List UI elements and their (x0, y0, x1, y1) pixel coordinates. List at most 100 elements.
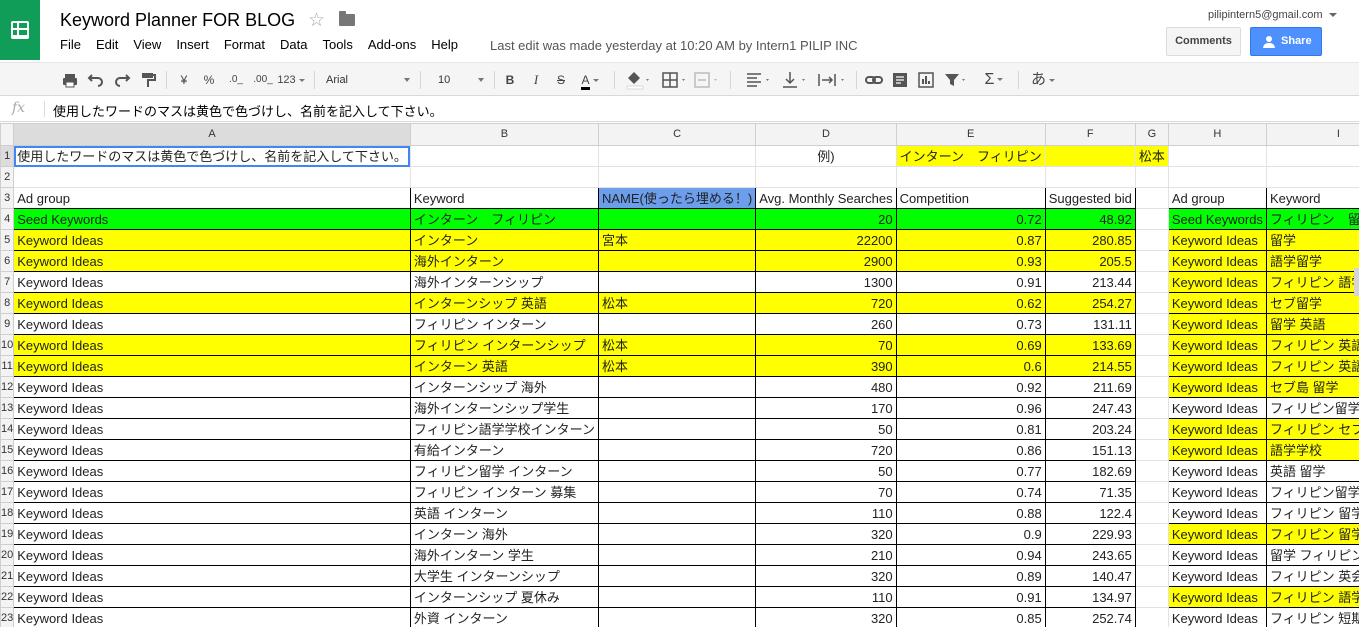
cell[interactable]: 2900 (755, 250, 897, 272)
cell[interactable]: 宮本 (597, 229, 757, 251)
cell[interactable]: 海外インターン (409, 250, 599, 272)
menu-help[interactable]: Help (431, 37, 458, 55)
column-header-c[interactable]: C (597, 123, 757, 146)
font-size-select[interactable]: 10 (438, 69, 484, 91)
cell[interactable] (597, 460, 757, 482)
row-header[interactable]: 15 (0, 439, 15, 461)
cell[interactable] (597, 376, 757, 398)
menu-add-ons[interactable]: Add-ons (368, 37, 416, 55)
cell[interactable]: Competition (895, 187, 1046, 209)
cell[interactable]: Keyword Ideas (13, 523, 411, 545)
cell[interactable] (597, 271, 757, 293)
cell[interactable]: 48.92 (1044, 208, 1136, 230)
cell[interactable]: 0.9 (895, 523, 1046, 545)
cell[interactable]: 語学学校 (1265, 439, 1359, 461)
cell[interactable] (1134, 439, 1169, 461)
cell[interactable] (1167, 145, 1267, 167)
menu-tools[interactable]: Tools (322, 37, 352, 55)
cell[interactable]: 133.69 (1044, 334, 1136, 356)
cell[interactable]: 229.93 (1044, 523, 1136, 545)
cell[interactable]: 50 (755, 460, 897, 482)
cell[interactable] (1134, 397, 1169, 419)
cell[interactable]: 英語 留学 (1265, 460, 1359, 482)
cell[interactable] (1134, 271, 1169, 293)
cell[interactable] (597, 586, 757, 608)
cell[interactable]: Keyword Ideas (1167, 250, 1267, 272)
cell[interactable]: Keyword Ideas (1167, 334, 1267, 356)
cell[interactable]: 50 (755, 418, 897, 440)
last-edit-link[interactable]: Last edit was made yesterday at 10:20 AM… (490, 38, 858, 53)
cell[interactable]: 122.4 (1044, 502, 1136, 524)
select-all-corner[interactable] (0, 123, 15, 146)
row-header[interactable]: 8 (0, 292, 15, 314)
sheets-logo-icon[interactable] (0, 0, 40, 60)
currency-format-button[interactable]: ¥ (176, 69, 192, 91)
menu-format[interactable]: Format (224, 37, 265, 55)
cell[interactable]: Keyword Ideas (1167, 481, 1267, 503)
cell[interactable]: 有給インターン (409, 439, 599, 461)
cell[interactable] (1134, 460, 1169, 482)
cell[interactable]: フィリピン留学口コミ (1265, 481, 1359, 503)
cell[interactable]: Avg. Monthly Searches (755, 187, 897, 209)
row-header[interactable]: 20 (0, 544, 15, 566)
cell[interactable]: Keyword Ideas (1167, 418, 1267, 440)
cell[interactable] (1134, 187, 1169, 209)
cell[interactable]: フィリピン 語学留学 (1265, 271, 1359, 293)
cell[interactable]: 海外インターンシップ (409, 271, 599, 293)
italic-button[interactable]: I (528, 69, 544, 91)
cell[interactable]: Keyword Ideas (13, 544, 411, 566)
cell[interactable]: 243.65 (1044, 544, 1136, 566)
cell[interactable]: 22200 (755, 229, 897, 251)
cell[interactable] (1265, 145, 1359, 167)
cell[interactable]: 0.73 (895, 313, 1046, 335)
cell[interactable]: Keyword Ideas (13, 229, 411, 251)
number-format-button[interactable]: 123 (276, 69, 306, 91)
cell[interactable]: Keyword Ideas (1167, 397, 1267, 419)
cell[interactable]: Keyword Ideas (13, 460, 411, 482)
cell[interactable]: Keyword Ideas (13, 418, 411, 440)
cell[interactable]: 151.13 (1044, 439, 1136, 461)
row-header[interactable]: 13 (0, 397, 15, 419)
column-header-f[interactable]: F (1044, 123, 1136, 146)
cell[interactable]: Ad group (1167, 187, 1267, 209)
cell[interactable]: 使用したワードのマスは黄色で色づけし、名前を記入して下さい。 (13, 145, 411, 167)
cell[interactable]: 0.74 (895, 481, 1046, 503)
cell[interactable] (597, 313, 757, 335)
row-header[interactable]: 4 (0, 208, 15, 230)
bold-button[interactable]: B (502, 69, 518, 91)
cell[interactable]: 0.62 (895, 292, 1046, 314)
cell[interactable]: 0.87 (895, 229, 1046, 251)
filter-icon[interactable] (942, 69, 968, 91)
cell[interactable]: 0.93 (895, 250, 1046, 272)
cell[interactable]: フィリピン 留学 格安 (1265, 502, 1359, 524)
cell[interactable] (597, 250, 757, 272)
cell[interactable]: 320 (755, 565, 897, 587)
column-header-h[interactable]: H (1167, 123, 1267, 146)
folder-icon[interactable] (339, 11, 355, 26)
cell[interactable]: 280.85 (1044, 229, 1136, 251)
cell[interactable]: Keyword Ideas (1167, 376, 1267, 398)
cell[interactable]: 213.44 (1044, 271, 1136, 293)
cell[interactable] (409, 166, 599, 188)
decrease-decimal-button[interactable]: .0_ (224, 69, 248, 91)
formula-input[interactable]: 使用したワードのマスは黄色で色づけし、名前を記入して下さい。 (53, 101, 443, 120)
cell[interactable]: 0.91 (895, 271, 1046, 293)
cell[interactable]: Keyword Ideas (13, 586, 411, 608)
row-header[interactable]: 22 (0, 586, 15, 608)
cell[interactable]: フィリピン 短期留学 (1265, 607, 1359, 627)
cell[interactable]: 語学留学 (1265, 250, 1359, 272)
row-header[interactable]: 6 (0, 250, 15, 272)
cell[interactable]: Keyword Ideas (13, 439, 411, 461)
cell[interactable]: Keyword Ideas (1167, 355, 1267, 377)
menu-edit[interactable]: Edit (96, 37, 118, 55)
strikethrough-button[interactable]: S (552, 69, 570, 91)
insert-link-icon[interactable] (864, 69, 884, 91)
menu-file[interactable]: File (60, 37, 81, 55)
cell[interactable]: 大学生 インターンシップ (409, 565, 599, 587)
row-header[interactable]: 12 (0, 376, 15, 398)
cell[interactable]: 252.74 (1044, 607, 1136, 627)
cell[interactable]: フィリピン 語学学校 (1265, 586, 1359, 608)
cell[interactable] (1134, 208, 1169, 230)
cell[interactable]: Keyword Ideas (1167, 313, 1267, 335)
column-header-g[interactable]: G (1134, 123, 1169, 146)
